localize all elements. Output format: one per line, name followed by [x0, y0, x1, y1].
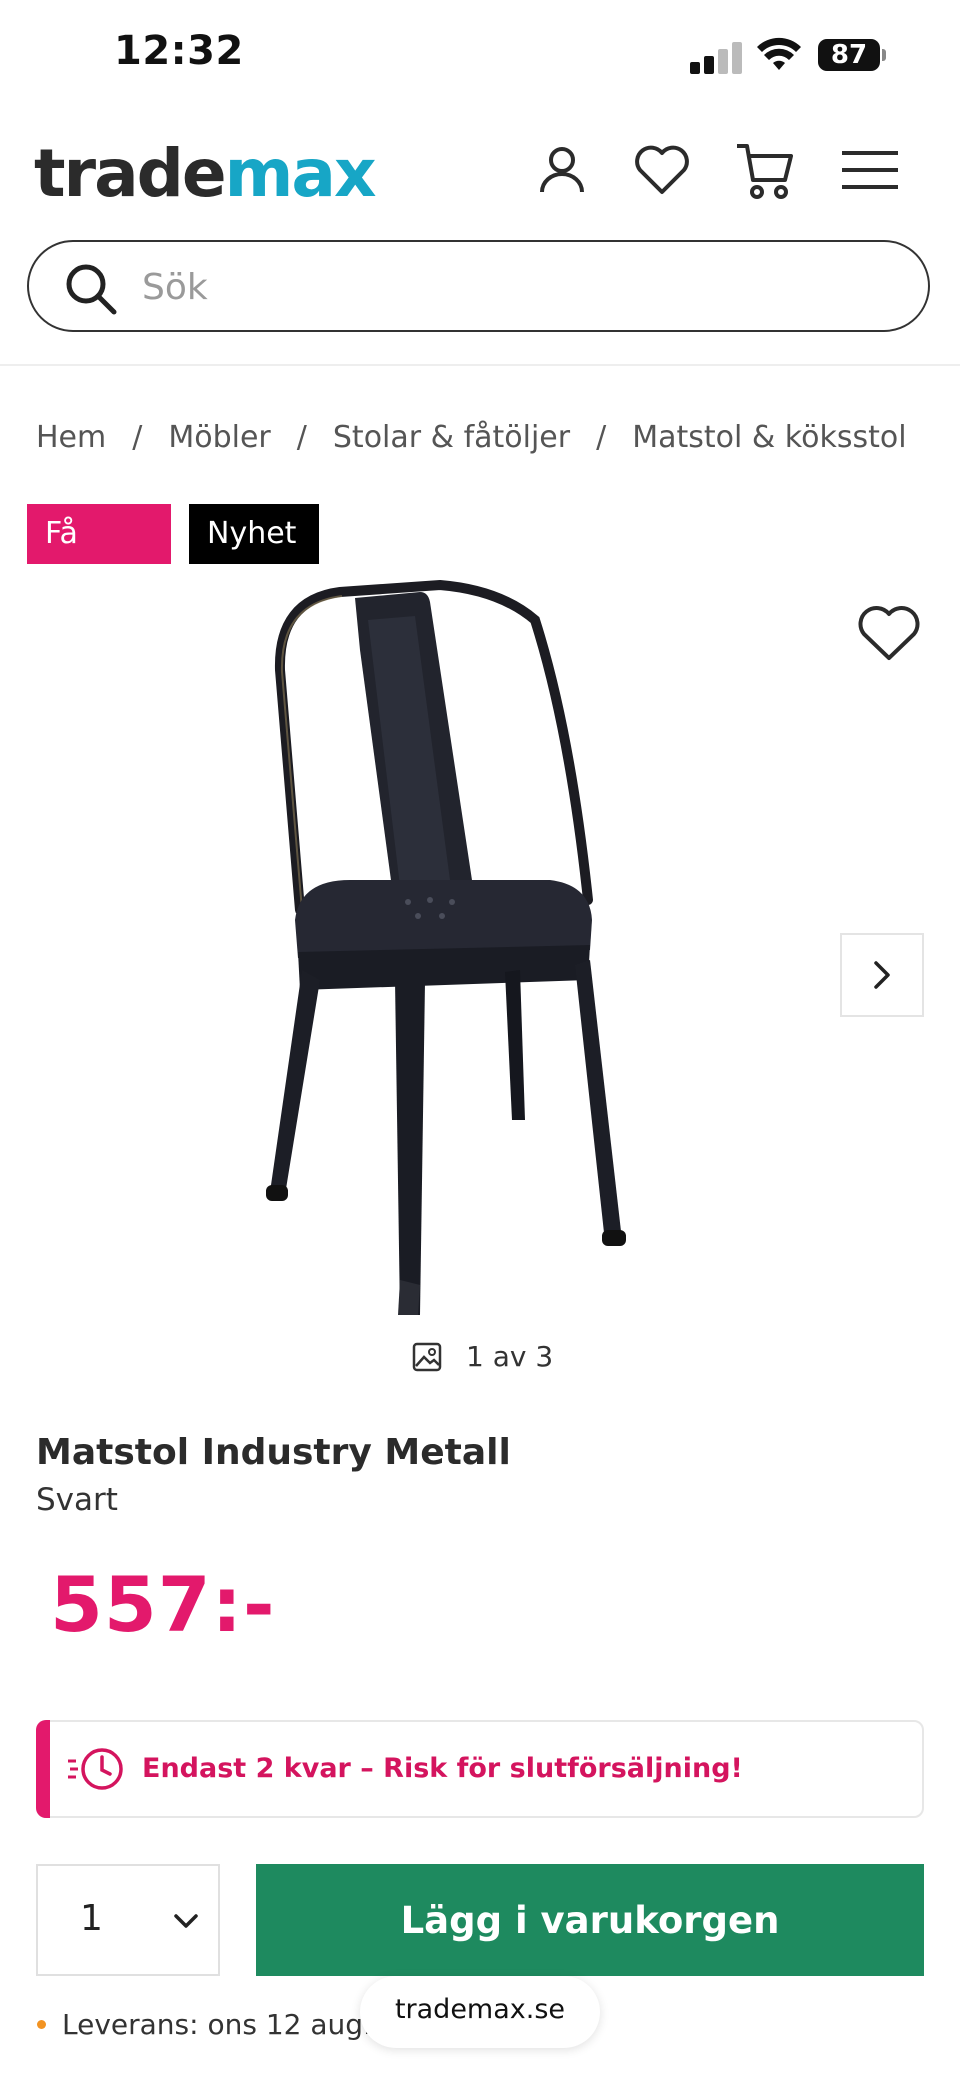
- stock-alert-text: Endast 2 kvar – Risk för slutförsäljning…: [142, 1753, 743, 1784]
- logo-text-max: max: [224, 135, 377, 212]
- few-left-badge: Få kvar: [27, 504, 171, 611]
- breadcrumb-separator: /: [132, 420, 143, 455]
- clock-icon: [68, 1748, 123, 1790]
- product-price: 557:-: [50, 1560, 276, 1649]
- cellular-signal-icon: [690, 40, 742, 74]
- add-to-cart-button[interactable]: Lägg i varukorgen: [256, 1864, 924, 1976]
- next-image-button[interactable]: [840, 933, 924, 1017]
- search-input[interactable]: [140, 254, 904, 320]
- breadcrumb-furniture[interactable]: Möbler: [168, 420, 270, 455]
- header-divider: [0, 364, 960, 366]
- delivery-status-dot: [37, 2020, 46, 2029]
- product-variant: Svart: [36, 1482, 118, 1518]
- image-icon: [412, 1342, 442, 1371]
- browser-domain: trademax.se: [394, 1994, 566, 2025]
- breadcrumb-home[interactable]: Hem: [36, 420, 106, 455]
- trademax-logo[interactable]: trademax: [34, 135, 377, 212]
- chevron-down-icon: [174, 1914, 198, 1928]
- product-title: Matstol Industry Metall: [36, 1432, 511, 1473]
- delivery-text: Leverans: ons 12 aug. -: [62, 2008, 391, 2041]
- breadcrumb-chairs[interactable]: Stolar & fåtöljer: [333, 420, 570, 455]
- status-time: 12:32: [114, 28, 244, 74]
- chevron-right-icon: [874, 961, 890, 989]
- heart-icon[interactable]: [632, 140, 692, 200]
- search-icon[interactable]: [64, 262, 118, 316]
- cart-icon[interactable]: [734, 140, 794, 200]
- add-to-wishlist-heart-icon[interactable]: [856, 604, 922, 664]
- battery-tip: [882, 49, 886, 61]
- menu-icon[interactable]: [840, 140, 900, 200]
- breadcrumb-separator: /: [596, 420, 607, 455]
- breadcrumb-separator: /: [296, 420, 307, 455]
- wifi-icon: [757, 37, 801, 70]
- account-icon[interactable]: [532, 140, 592, 200]
- product-image[interactable]: [250, 580, 750, 1320]
- stock-alert-accent-bar: [36, 1720, 50, 1818]
- gallery-counter-text: 1 av 3: [466, 1340, 554, 1373]
- new-badge: Nyhet: [189, 504, 319, 564]
- logo-text-trade: trade: [34, 135, 227, 212]
- breadcrumb-dining-chairs[interactable]: Matstol & köksstol: [632, 420, 906, 455]
- gallery-counter: 1 av 3: [412, 1340, 553, 1373]
- breadcrumb: Hem / Möbler / Stolar & fåtöljer / Matst…: [36, 420, 907, 455]
- quantity-value: 1: [80, 1898, 103, 1939]
- battery-icon: 87: [818, 39, 880, 71]
